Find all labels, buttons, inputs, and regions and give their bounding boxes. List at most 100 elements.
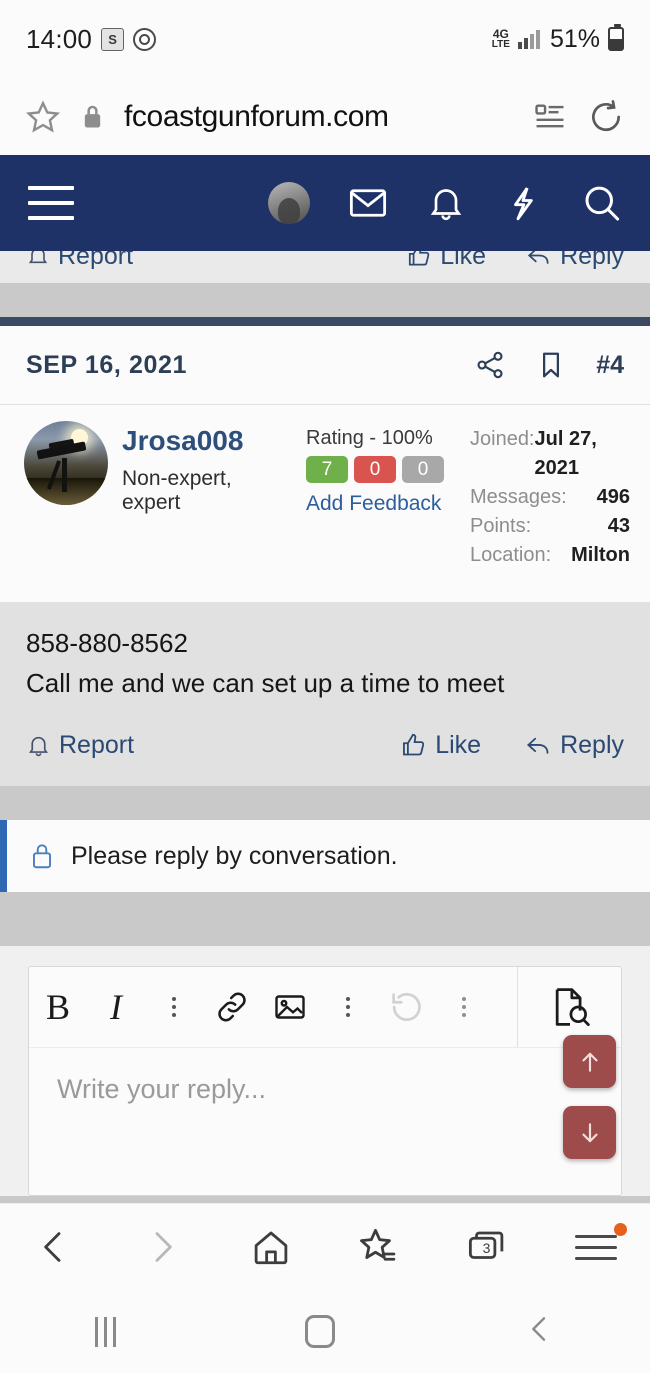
back-chevron-icon[interactable] — [524, 1313, 556, 1350]
post-header-actions: #4 — [474, 349, 624, 381]
status-bar-left: 14:00 S — [26, 23, 157, 55]
post-top-accent — [0, 317, 650, 326]
tabs-count: 3 — [483, 1240, 491, 1256]
author-rating-block: Rating - 100% 7 0 0 Add Feedback — [306, 421, 456, 570]
stat-row: Points: 43 — [470, 512, 630, 541]
italic-button[interactable]: I — [87, 967, 145, 1047]
author-stats: Joined: Jul 27, 2021 Messages: 496 Point… — [470, 421, 630, 570]
like-button[interactable]: Like — [400, 731, 481, 760]
editor-separator — [0, 892, 650, 947]
lightning-bolt-icon[interactable] — [503, 183, 543, 223]
reply-button[interactable]: Reply — [525, 731, 624, 760]
search-icon[interactable] — [580, 182, 622, 224]
stat-row: Location: Milton — [470, 541, 630, 570]
s-badge-icon: S — [101, 27, 125, 51]
kebab-menu-icon[interactable] — [435, 967, 493, 1047]
user-avatar-icon[interactable] — [268, 182, 310, 224]
post-footer-actions: Report Like Reply — [0, 711, 650, 787]
clock: 14:00 — [26, 23, 93, 54]
author-name[interactable]: Jrosa008 — [122, 425, 292, 457]
stat-row: Messages: 496 — [470, 483, 630, 512]
stat-value: 43 — [607, 515, 630, 537]
reader-mode-icon[interactable] — [533, 100, 567, 134]
message-bubble-tail — [44, 580, 68, 602]
browser-back-button[interactable] — [17, 1217, 91, 1277]
stat-key: Location: — [470, 544, 552, 566]
stat-value: Jul 27, 2021 — [534, 428, 597, 479]
author-title: Non-expert, expert — [122, 467, 232, 515]
lock-icon — [81, 103, 104, 131]
rating-negative-badge: 0 — [354, 456, 396, 483]
browser-home-button[interactable] — [234, 1217, 308, 1277]
url-text[interactable]: fcoastgunforum.com — [124, 100, 513, 134]
hamburger-menu-icon[interactable] — [28, 186, 74, 220]
link-icon[interactable] — [203, 967, 261, 1047]
share-icon[interactable] — [474, 349, 506, 381]
browser-bookmarks-button[interactable] — [342, 1217, 416, 1277]
post-message-body: 858-880-8562 Call me and we can set up a… — [0, 602, 650, 712]
signal-strength-icon — [517, 29, 540, 49]
message-line-text: Call me and we can set up a time to meet — [26, 667, 505, 698]
browser-forward-button — [125, 1217, 199, 1277]
page-content: Report Like Reply SEP 16, 2021 #4 Jrosa0… — [0, 229, 650, 1197]
post-card: SEP 16, 2021 #4 Jrosa008 Non-expert, exp… — [0, 317, 650, 602]
network-type-icon: 4G LTE — [491, 26, 510, 50]
bold-button[interactable]: B — [29, 967, 87, 1047]
post-header: SEP 16, 2021 #4 — [0, 326, 650, 405]
post-number[interactable]: #4 — [596, 351, 624, 380]
rating-neutral-badge: 0 — [402, 456, 444, 483]
stat-key: Joined: — [470, 428, 535, 450]
reload-icon[interactable] — [587, 98, 625, 136]
home-square-icon[interactable] — [304, 1315, 335, 1348]
report-label: Report — [59, 731, 135, 760]
like-label: Like — [435, 731, 482, 760]
browser-bottom-bar: 3 — [0, 1203, 650, 1290]
battery-icon — [608, 24, 624, 51]
star-outline-icon[interactable] — [25, 99, 61, 135]
add-feedback-link[interactable]: Add Feedback — [306, 492, 456, 516]
recents-icon[interactable] — [94, 1316, 116, 1347]
rifle-silhouette-avatar[interactable] — [24, 421, 108, 505]
kebab-menu-icon[interactable] — [145, 967, 203, 1047]
post-date: SEP 16, 2021 — [26, 350, 188, 379]
post-footer-right: Like Reply — [400, 731, 624, 760]
scroll-down-button[interactable] — [563, 1106, 616, 1159]
kebab-menu-icon[interactable] — [319, 967, 377, 1047]
forum-nav-icons — [268, 182, 622, 224]
stat-row: Joined: Jul 27, 2021 — [470, 425, 630, 483]
stat-key: Points: — [470, 515, 532, 537]
reply-editor[interactable]: B I Write your reply... — [28, 966, 622, 1197]
editor-toolbar: B I — [29, 967, 621, 1048]
menu-icon — [574, 1234, 617, 1260]
message-line-phone: 858-880-8562 — [26, 628, 188, 658]
conversation-notice: Please reply by conversation. — [0, 820, 650, 893]
notice-text: Please reply by conversation. — [71, 841, 398, 870]
stat-value: Milton — [571, 544, 630, 566]
reply-editor-wrapper: B I Write your reply... — [0, 946, 650, 1197]
bookmark-icon[interactable] — [536, 350, 566, 380]
rating-positive-badge: 7 — [306, 456, 348, 483]
report-button[interactable]: Report — [26, 731, 134, 760]
bell-icon[interactable] — [426, 183, 466, 223]
rating-badges: 7 0 0 — [306, 456, 456, 483]
image-icon[interactable] — [261, 967, 319, 1047]
scroll-buttons — [563, 1035, 616, 1159]
stat-value: 496 — [596, 486, 630, 508]
stat-key: Messages: — [470, 486, 567, 508]
reply-input-area[interactable]: Write your reply... — [29, 1047, 621, 1195]
scroll-up-button[interactable] — [563, 1035, 616, 1088]
rating-label: Rating - 100% — [306, 427, 433, 449]
lock-closed-icon — [29, 841, 55, 871]
browser-url-bar[interactable]: fcoastgunforum.com — [0, 78, 650, 155]
battery-percent: 51% — [549, 24, 600, 53]
section-separator — [0, 786, 650, 821]
android-status-bar: 14:00 S 4G LTE 51% — [0, 0, 650, 78]
undo-icon — [377, 967, 435, 1047]
envelope-icon[interactable] — [347, 182, 389, 224]
browser-menu-button[interactable] — [559, 1217, 633, 1277]
menu-update-dot — [613, 1223, 627, 1236]
forum-navigation-bar — [0, 155, 650, 251]
status-bar-right: 4G LTE 51% — [491, 24, 624, 54]
browser-tabs-button[interactable]: 3 — [450, 1217, 524, 1277]
android-navigation-bar — [0, 1290, 650, 1373]
